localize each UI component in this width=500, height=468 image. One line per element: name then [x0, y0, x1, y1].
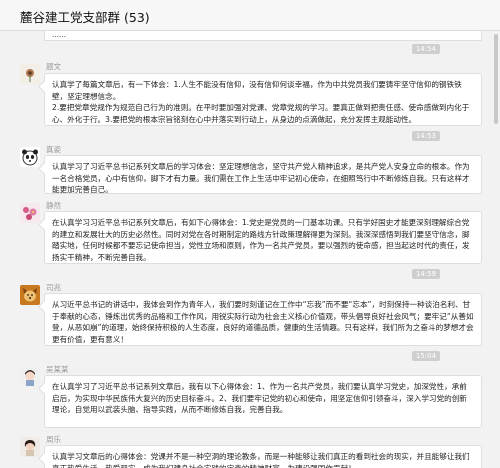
chat-header: 麓谷建工党支部群 (53) — [0, 0, 500, 31]
message-text: 从习近平总书记的讲话中，我体会到作为青年人，我们要时刻谨记在工作中“忘我”而不要… — [52, 300, 474, 344]
group-title[interactable]: 麓谷建工党支部群 (53) — [20, 7, 150, 26]
message-bubble: 从习近平总书记的讲话中，我体会到作为青年人，我们要时刻谨记在工作中“忘我”而不要… — [44, 293, 482, 346]
message-text: 2.要把党章党规作为规范自己行为的准则。在平时要加强对党课、党章党规的学习。要真… — [52, 103, 470, 124]
group-name: 麓谷建工党支部群 — [20, 10, 121, 25]
message-bubble: 认真学了每篇文章后，有一下体会：1.人生不能没有信仰，没有信仰何谈幸福，作为中共… — [44, 73, 482, 126]
message-bubble: 在认真学习习近平总书记系列文章后，有如下心得体会：1.党史是党员的一门基本功课。… — [44, 211, 482, 264]
message-text: 认真学习文章后的心得体会：党课并不是一种空洞的理论教条，而是一种能够让我们真正的… — [52, 452, 470, 468]
dog-avatar-icon[interactable] — [20, 285, 40, 305]
sender-name: 真姿 — [46, 145, 61, 154]
message-bubble: 认真学习了习近平总书记系列文章后的学习体会：坚定理想信念，坚守共产党人精神追求，… — [44, 155, 482, 194]
chat-window: 麓谷建工党支部群 (53) …… 14:54 题文 认真学了每篇文章后，有一下体会… — [0, 0, 500, 468]
timestamp: 14:59 — [411, 269, 440, 279]
sender-name: 吴某某 — [46, 365, 69, 374]
message-text: 认真学习了习近平总书记系列文章后的学习体会：坚定理想信念，坚守共产党人精神追求，… — [52, 162, 470, 194]
message-text: 认真学了每篇文章后，有一下体会：1.人生不能没有信仰，没有信仰何谈幸福，作为中共… — [52, 80, 462, 101]
timestamp: 14:53 — [411, 131, 440, 141]
timestamp: 14:54 — [411, 44, 440, 54]
panda-avatar-icon[interactable] — [20, 147, 40, 167]
sender-name: 司兆 — [46, 283, 61, 292]
scrollbar-thumb[interactable] — [494, 34, 498, 124]
flowers-avatar-icon[interactable] — [20, 203, 40, 223]
timestamp: 15:04 — [411, 351, 440, 361]
member-count: (53) — [124, 10, 150, 25]
message-bubble: 在认真学习了习近平总书记系列文章后，我有以下心得体会：1、作为一名共产党员，我们… — [44, 375, 482, 428]
message-bubble: 认真学习文章后的心得体会：党课并不是一种空洞的理论教条，而是一种能够让我们真正的… — [44, 445, 482, 468]
flower-avatar-icon[interactable] — [20, 64, 40, 84]
sender-name: 题文 — [46, 62, 61, 71]
message-text: 在认真学习习近平总书记系列文章后，有如下心得体会：1.党史是党员的一门基本功课。… — [52, 218, 470, 262]
girl-avatar-icon[interactable] — [20, 367, 40, 387]
sender-name: 静然 — [46, 201, 61, 210]
sender-name: 周乐 — [46, 435, 61, 444]
message-text: 在认真学习了习近平总书记系列文章后，我有以下心得体会：1、作为一名共产党员，我们… — [52, 382, 467, 414]
previous-message-fragment: …… — [44, 31, 482, 41]
woman-avatar-icon[interactable] — [20, 437, 40, 457]
message-list[interactable]: …… 14:54 题文 认真学了每篇文章后，有一下体会：1.人生不能没有信仰，没… — [0, 31, 500, 468]
